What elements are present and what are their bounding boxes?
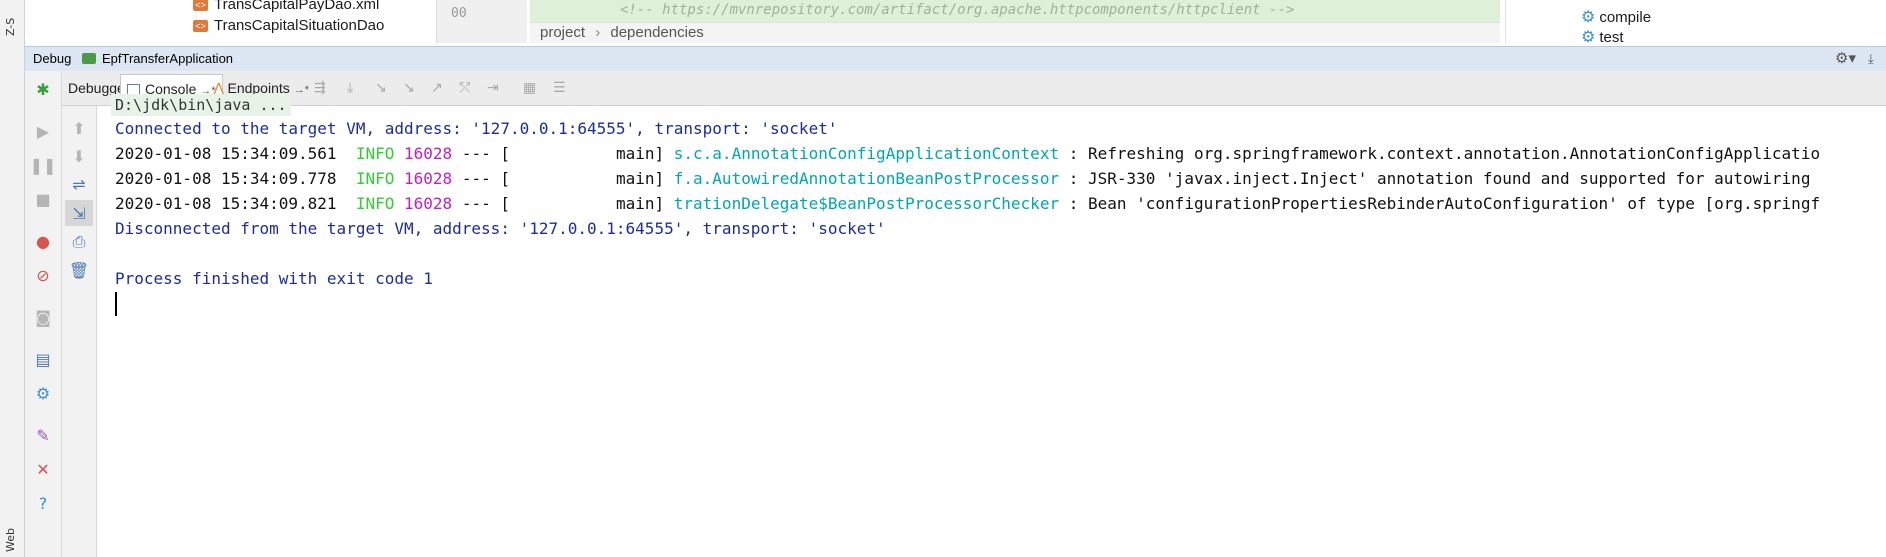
force-step-into-icon[interactable]: ↘ [403, 80, 415, 96]
step-into-icon[interactable]: ↘ [375, 80, 387, 96]
log-time: 2020-01-08 15:34:09.778 [115, 169, 337, 188]
show-execution-point-icon[interactable]: ⇶ [314, 80, 326, 96]
breadcrumb-project[interactable]: project [540, 24, 585, 41]
resume-icon[interactable]: ▶ [31, 119, 55, 143]
breadcrumb-dependencies[interactable]: dependencies [610, 24, 703, 41]
log-class[interactable]: trationDelegate$BeanPostProcessorChecker [674, 194, 1059, 213]
clear-all-icon[interactable]: 🗑 [67, 258, 91, 282]
debug-tab-row: Debugger Console →* ⋀ Endpoints →* ⇶ ⤓ ↘ ↘ … [62, 71, 1886, 106]
view-breakpoints-icon[interactable]: ● [31, 229, 55, 253]
log-separator: --- [ [461, 144, 510, 163]
console-output[interactable]: D:\jdk\bin\java ... Connected to the tar… [97, 94, 1886, 557]
mute-breakpoints-icon[interactable]: ⊘ [31, 263, 55, 287]
maven-item-compile[interactable]: ⚙ compile [1581, 7, 1651, 27]
drop-frame-icon[interactable]: ⤲ [459, 80, 470, 96]
xml-file-icon: <> [193, 0, 208, 12]
camera-icon[interactable]: ◙ [31, 305, 55, 329]
log-time: 2020-01-08 15:34:09.561 [115, 144, 337, 163]
spring-config-icon [82, 53, 96, 64]
maven-item-label: compile [1599, 9, 1652, 26]
log-level: INFO [355, 144, 395, 163]
log-pid: 16028 [404, 194, 453, 213]
left-tool-strip: Z-S Web [0, 0, 25, 557]
pause-icon[interactable]: ❚❚ [30, 153, 57, 177]
log-message: : Refreshing org.springframework.context… [1068, 144, 1821, 163]
run-config-name[interactable]: EpfTransferApplication [102, 47, 233, 71]
line-number: 00 [451, 6, 467, 21]
tree-item-label: TransCapitalSituationDao [214, 17, 385, 34]
soft-wrap-icon[interactable]: ⇌ [67, 172, 91, 196]
debug-side-toolbar: ✱ ▶ ❚❚ ■ ● ⊘ ◙ ▤ ⚙ ✎ ✕ ? [25, 71, 62, 557]
log-message: : Bean 'configurationPropertiesRebinderA… [1068, 194, 1821, 213]
structure-strip-label[interactable]: Z-S [4, 18, 17, 36]
log-separator: --- [ [461, 169, 510, 188]
print-icon[interactable]: ⎙ [67, 230, 91, 254]
log-line: 2020-01-08 15:34:09.561 INFO 16028 --- [… [115, 143, 1820, 165]
layout-icon[interactable]: ▤ [31, 347, 55, 371]
help-icon[interactable]: ? [31, 491, 55, 515]
console-exit-line: Process finished with exit code 1 [115, 269, 433, 288]
hide-panel-icon[interactable]: ⤓ [1868, 47, 1874, 71]
web-strip-label[interactable]: Web [4, 528, 17, 552]
text-caret [115, 292, 117, 316]
maven-item-label: test [1599, 29, 1624, 46]
log-thread: main] [615, 169, 665, 188]
debug-bug-icon[interactable]: ✱ [31, 77, 55, 101]
breadcrumb: project › dependencies [530, 22, 1500, 43]
log-separator: --- [ [461, 194, 510, 213]
console-disconnected-line: Disconnected from the target VM, address… [115, 219, 886, 238]
log-pid: 16028 [404, 169, 453, 188]
log-level: INFO [355, 194, 395, 213]
pin-icon[interactable]: ✎ [31, 423, 55, 447]
maven-item-test[interactable]: ⚙ test [1581, 27, 1624, 47]
down-arrow-icon[interactable]: ⬇ [67, 144, 91, 168]
evaluate-expression-icon[interactable]: ▦ [523, 80, 536, 96]
step-over-icon[interactable]: ⤓ [347, 80, 353, 96]
xml-file-icon: <> [193, 20, 208, 33]
settings-icon[interactable]: ⚙ [31, 381, 55, 405]
console-command-line: D:\jdk\bin\java ... [111, 94, 291, 116]
close-icon[interactable]: ✕ [31, 457, 55, 481]
debug-title-bar: Debug EpfTransferApplication ⚙▾ ⤓ [25, 46, 1886, 72]
tree-item-trans-capital-situation-dao[interactable]: <> TransCapitalSituationDao [193, 17, 384, 34]
breadcrumb-separator: › [595, 24, 601, 41]
editor-code-line[interactable]: <!-- https://mvnrepository.com/artifact/… [620, 2, 1500, 20]
log-thread: main] [615, 144, 665, 163]
log-thread: main] [615, 194, 665, 213]
tab-endpoints-pin: →* [293, 84, 310, 96]
up-arrow-icon[interactable]: ⬆ [67, 116, 91, 140]
log-class[interactable]: f.a.AutowiredAnnotationBeanPostProcessor [674, 169, 1059, 188]
log-class[interactable]: s.c.a.AnnotationConfigApplicationContext [674, 144, 1059, 163]
log-line: 2020-01-08 15:34:09.821 INFO 16028 --- [… [115, 193, 1820, 215]
editor-gutter: 00 [436, 0, 527, 43]
trace-icon[interactable]: ☰ [553, 80, 566, 96]
run-to-cursor-icon[interactable]: ⇥ [487, 80, 499, 96]
console-connected-line: Connected to the target VM, address: '12… [115, 119, 838, 138]
maven-tree: ⚙ compile ⚙ test [1505, 0, 1886, 46]
scroll-to-end-icon[interactable]: ⇲ [65, 200, 93, 226]
settings-gear-icon[interactable]: ⚙▾ [1835, 47, 1856, 71]
log-message: : JSR-330 'javax.inject.Inject' annotati… [1068, 169, 1811, 188]
tree-item-label: TransCapitalPayDao.xml [214, 0, 380, 13]
stop-icon[interactable]: ■ [31, 187, 55, 211]
debug-label: Debug [33, 51, 72, 66]
log-line: 2020-01-08 15:34:09.778 INFO 16028 --- [… [115, 168, 1810, 190]
gear-icon: ⚙ [1581, 29, 1596, 46]
step-out-icon[interactable]: ↗ [431, 80, 443, 96]
log-time: 2020-01-08 15:34:09.821 [115, 194, 337, 213]
gear-icon: ⚙ [1581, 9, 1596, 26]
log-level: INFO [355, 169, 395, 188]
tree-item-trans-capital-pay-dao[interactable]: <> TransCapitalPayDao.xml [193, 0, 379, 13]
log-pid: 16028 [404, 144, 453, 163]
project-file-tree: <> TransCapitalPayDao.xml <> TransCapitalS… [25, 0, 435, 43]
console-side-toolbar: ⬆ ⬇ ⇌ ⇲ ⎙ 🗑 [62, 106, 97, 557]
